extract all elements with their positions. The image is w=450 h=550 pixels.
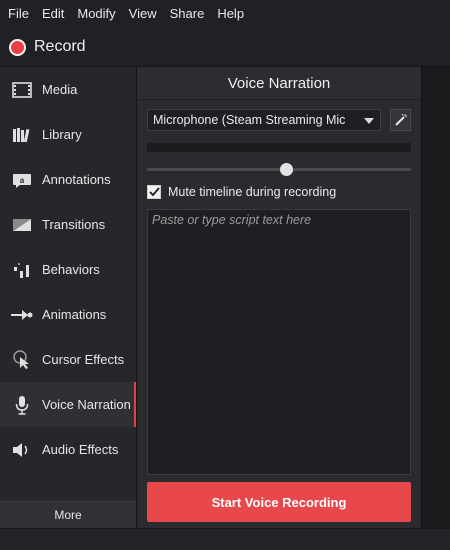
menu-share[interactable]: Share bbox=[170, 0, 205, 28]
menu-file[interactable]: File bbox=[8, 0, 29, 28]
canvas-area bbox=[421, 67, 450, 528]
sidebar-item-label: Transitions bbox=[42, 217, 106, 232]
annotation-icon: a bbox=[11, 169, 33, 191]
sidebar-item-label: Audio Effects bbox=[42, 442, 119, 457]
sidebar-item-behaviors[interactable]: Behaviors bbox=[0, 247, 136, 292]
more-button[interactable]: More bbox=[0, 501, 136, 528]
start-voice-recording-button[interactable]: Start Voice Recording bbox=[147, 482, 411, 522]
audio-setup-wizard-button[interactable] bbox=[390, 109, 411, 131]
sidebar-item-label: Cursor Effects bbox=[42, 352, 125, 367]
record-bar: Record bbox=[0, 28, 450, 67]
record-label: Record bbox=[34, 38, 86, 55]
magic-wand-icon bbox=[394, 113, 408, 127]
sidebar-item-transitions[interactable]: Transitions bbox=[0, 202, 136, 247]
menu-bar: File Edit Modify View Share Help bbox=[0, 0, 450, 28]
input-volume-slider[interactable] bbox=[147, 163, 411, 176]
speaker-icon bbox=[11, 439, 33, 461]
chevron-down-icon bbox=[364, 118, 374, 124]
audio-level-meter bbox=[147, 143, 411, 152]
sidebar-item-media[interactable]: Media bbox=[0, 67, 136, 112]
sidebar-item-label: Behaviors bbox=[42, 262, 100, 277]
svg-text:a: a bbox=[20, 176, 25, 185]
transition-icon bbox=[11, 214, 33, 236]
sidebar-item-label: Media bbox=[42, 82, 78, 97]
mute-timeline-checkbox[interactable] bbox=[147, 185, 161, 199]
mute-timeline-row: Mute timeline during recording bbox=[147, 184, 336, 200]
timeline-edge bbox=[0, 528, 450, 550]
menu-help[interactable]: Help bbox=[217, 0, 244, 28]
script-textarea[interactable] bbox=[147, 209, 411, 475]
microphone-select[interactable]: Microphone (Steam Streaming Mic bbox=[147, 109, 381, 131]
sidebar-item-label: Voice Narration bbox=[42, 397, 131, 412]
film-icon bbox=[11, 79, 33, 101]
sidebar-item-label: Library bbox=[42, 127, 82, 142]
library-icon bbox=[11, 124, 33, 146]
cursor-icon bbox=[11, 349, 33, 371]
record-dot-icon bbox=[9, 38, 26, 56]
mute-timeline-label: Mute timeline during recording bbox=[168, 185, 337, 199]
sidebar-item-voice-narration[interactable]: Voice Narration bbox=[0, 382, 136, 427]
sidebar-item-animations[interactable]: Animations bbox=[0, 292, 136, 337]
sidebar-item-label: Annotations bbox=[42, 172, 111, 187]
microphone-icon bbox=[11, 394, 33, 416]
sidebar-item-cursor-effects[interactable]: Cursor Effects bbox=[0, 337, 136, 382]
sidebar-item-library[interactable]: Library bbox=[0, 112, 136, 157]
behaviors-icon bbox=[11, 259, 33, 281]
panel-title: Voice Narration bbox=[137, 67, 421, 100]
menu-modify[interactable]: Modify bbox=[77, 0, 115, 28]
voice-narration-panel: Voice Narration Microphone (Steam Stream… bbox=[137, 67, 421, 528]
sidebar-item-annotations[interactable]: a Annotations bbox=[0, 157, 136, 202]
menu-edit[interactable]: Edit bbox=[42, 0, 64, 28]
menu-view[interactable]: View bbox=[129, 0, 157, 28]
record-button[interactable]: Record bbox=[9, 38, 86, 56]
microphone-select-value: Microphone (Steam Streaming Mic bbox=[153, 113, 346, 127]
sidebar-item-label: Animations bbox=[42, 307, 107, 322]
sidebar-item-audio-effects[interactable]: Audio Effects bbox=[0, 427, 136, 472]
animation-icon bbox=[11, 304, 33, 326]
slider-thumb[interactable] bbox=[280, 163, 294, 176]
tools-sidebar: Media Library a Annotations Transitions … bbox=[0, 67, 137, 528]
